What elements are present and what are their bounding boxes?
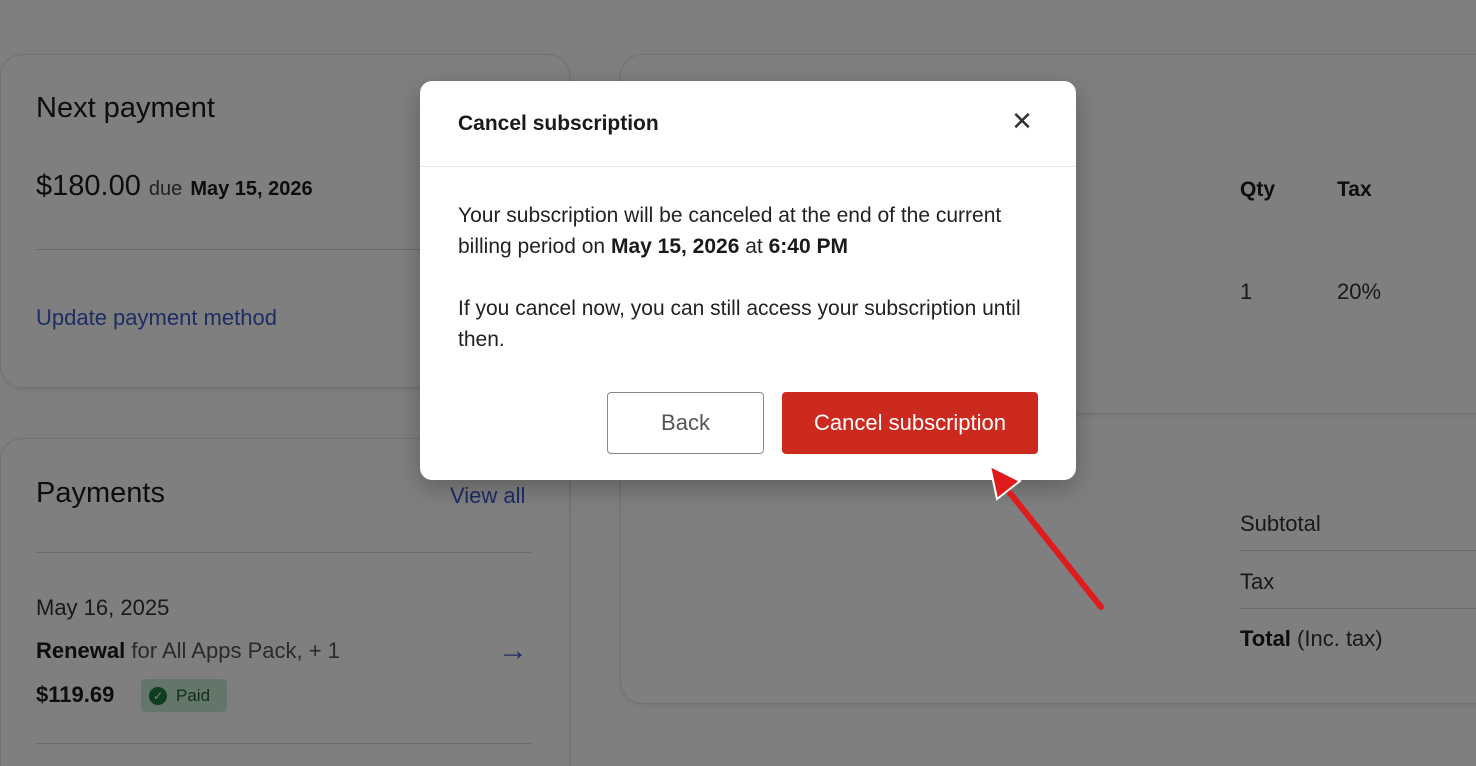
cancel-subscription-dialog: Cancel subscription ✕ Your subscription … bbox=[420, 81, 1076, 480]
dialog-message-1: Your subscription will be canceled at th… bbox=[458, 200, 1038, 262]
dialog-title: Cancel subscription bbox=[458, 112, 659, 135]
back-button[interactable]: Back bbox=[607, 392, 764, 454]
dialog-body: Your subscription will be canceled at th… bbox=[458, 200, 1038, 355]
message-at: at bbox=[745, 235, 763, 258]
cancel-date: May 15, 2026 bbox=[610, 235, 740, 258]
close-icon[interactable]: ✕ bbox=[1006, 105, 1038, 137]
dialog-message-2: If you cancel now, you can still access … bbox=[458, 297, 1021, 351]
dialog-header: Cancel subscription ✕ bbox=[420, 81, 1076, 167]
cancel-time: 6:40 PM bbox=[768, 235, 848, 258]
cancel-subscription-button[interactable]: Cancel subscription bbox=[782, 392, 1038, 454]
